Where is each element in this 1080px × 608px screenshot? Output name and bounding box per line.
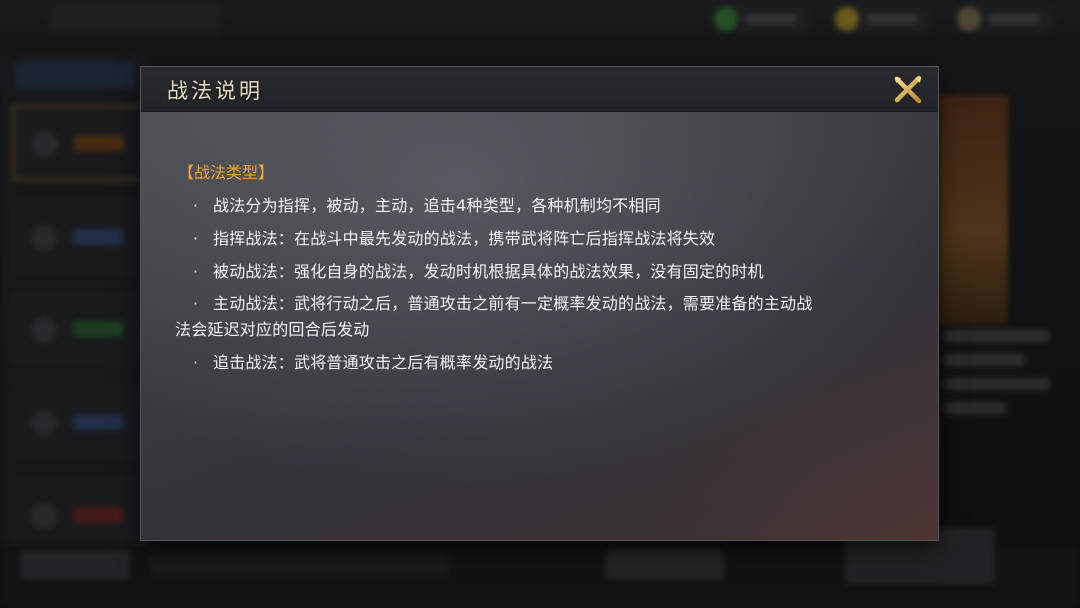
bullet: · [193,229,199,248]
bullet: · [193,294,199,313]
dialog-content: 【战法类型】 · 战法分为指挥，被动，主动，追击4种类型，各种机制均不相同 · 指挥… [175,162,895,374]
game-screen: 战法说明 【战法类型】 · 战法分为指挥，被动，主动，追击4种类型，各种机制均不… [0,0,1080,608]
rule-item: · 主动战法：武将行动之后，普通攻击之前有一定概率发动的战法，需要准备的主动战 法… [175,293,895,341]
bullet: · [193,262,199,281]
dialog-title: 战法说明 [167,79,263,103]
rule-item: · 指挥战法：在战斗中最先发动的战法，携带武将阵亡后指挥战法将失效 [175,228,895,250]
close-x-icon [894,75,922,104]
bullet: · [193,196,199,215]
dialog-header: 战法说明 [141,67,938,112]
close-button[interactable] [891,73,925,107]
section-heading: 【战法类型】 [178,163,275,182]
rule-item: · 被动战法：强化自身的战法，发动时机根据具体的战法效果，没有固定的时机 [175,261,895,283]
skill-info-dialog: 战法说明 【战法类型】 · 战法分为指挥，被动，主动，追击4种类型，各种机制均不… [141,67,938,540]
rule-item: · 追击战法：武将普通攻击之后有概率发动的战法 [175,352,895,374]
rule-text-continued: 法会延迟对应的回合后发动 [175,320,370,339]
rule-text: 追击战法：武将普通攻击之后有概率发动的战法 [213,353,554,372]
rule-text: 战法分为指挥，被动，主动，追击4种类型，各种机制均不相同 [213,196,661,215]
bullet: · [193,353,199,372]
rule-item: · 战法分为指挥，被动，主动，追击4种类型，各种机制均不相同 [175,195,895,217]
rule-text: 指挥战法：在战斗中最先发动的战法，携带武将阵亡后指挥战法将失效 [213,229,716,248]
rule-text: 主动战法：武将行动之后，普通攻击之前有一定概率发动的战法，需要准备的主动战 [213,294,813,313]
rule-text: 被动战法：强化自身的战法，发动时机根据具体的战法效果，没有固定的时机 [213,262,764,281]
